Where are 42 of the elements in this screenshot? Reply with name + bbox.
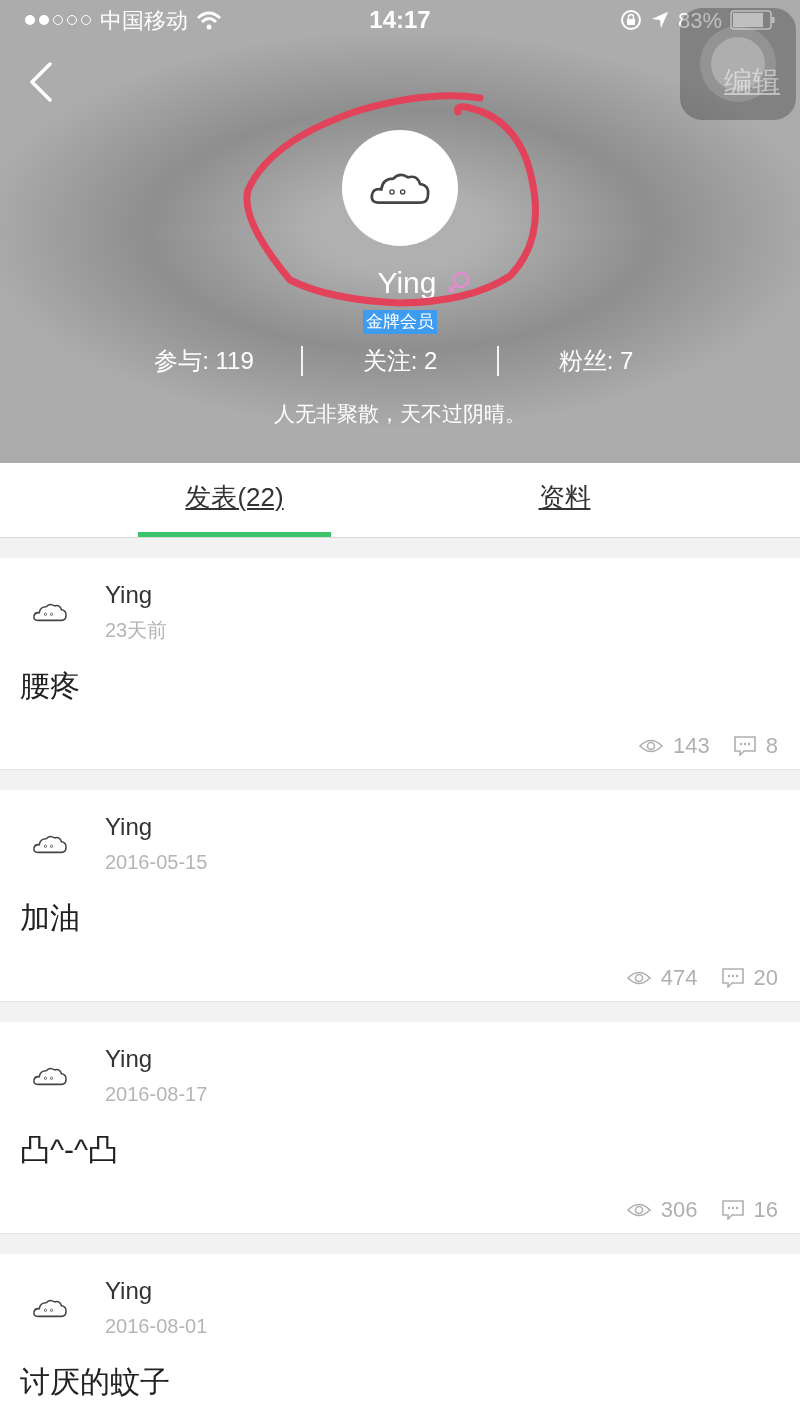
profile-motto: 人无非聚散，天不过阴晴。 [274,401,526,427]
view-count: 474 [660,964,698,992]
comment-icon [721,967,744,988]
post-time: 2016-08-17 [105,1082,208,1107]
post-content: 加油 [19,900,81,936]
comment-count: 16 [753,1196,778,1224]
stat-label: 参与: 119 [153,346,255,376]
stat-label: 关注: 2 [361,346,439,376]
post-time: 2016-05-15 [105,850,208,875]
back-icon[interactable] [28,62,54,102]
post-content: 讨厌的蚊子 [19,1364,171,1400]
signal-icon [24,13,92,27]
post-card[interactable]: Ying 2016-08-17 凸^-^凸 306 16 [0,1022,800,1234]
post-author: Ying [105,1044,154,1074]
rotation-lock-icon [619,9,642,31]
tab[interactable]: 发表(22) [138,463,331,537]
tab[interactable]: 资料 [468,463,661,537]
post-author: Ying [105,580,154,610]
comment-count: 8 [765,732,778,760]
battery-percent: 83% [677,6,722,35]
member-badge: 金牌会员 [363,310,437,334]
post-time: 23天前 [105,618,168,643]
post-author: Ying [105,812,154,842]
view-count: 143 [673,732,710,760]
post-card[interactable]: Ying 2016-08-01 讨厌的蚊子 [0,1254,800,1423]
post-card[interactable]: Ying 2016-05-15 加油 474 20 [0,790,800,1002]
comment-icon [721,1199,744,1220]
stat-label: 粉丝: 7 [557,346,635,376]
post-time: 2016-08-01 [105,1314,208,1339]
post-content: 腰疼 [19,668,81,704]
battery-icon [730,10,776,30]
wifi-icon [196,10,222,30]
post-card[interactable]: Ying 23天前 腰疼 143 8 [0,558,800,770]
profile-name: Ying [377,265,437,301]
assistive-touch-button[interactable] [680,8,796,120]
comment-count: 20 [753,964,778,992]
status-time: 14:17 [369,5,431,35]
post-content: 凸^-^凸 [19,1132,120,1168]
post-author: Ying [105,1276,154,1306]
carrier-label: 中国移动 [100,6,188,35]
view-count: 306 [660,1196,698,1224]
comment-icon [733,735,756,756]
